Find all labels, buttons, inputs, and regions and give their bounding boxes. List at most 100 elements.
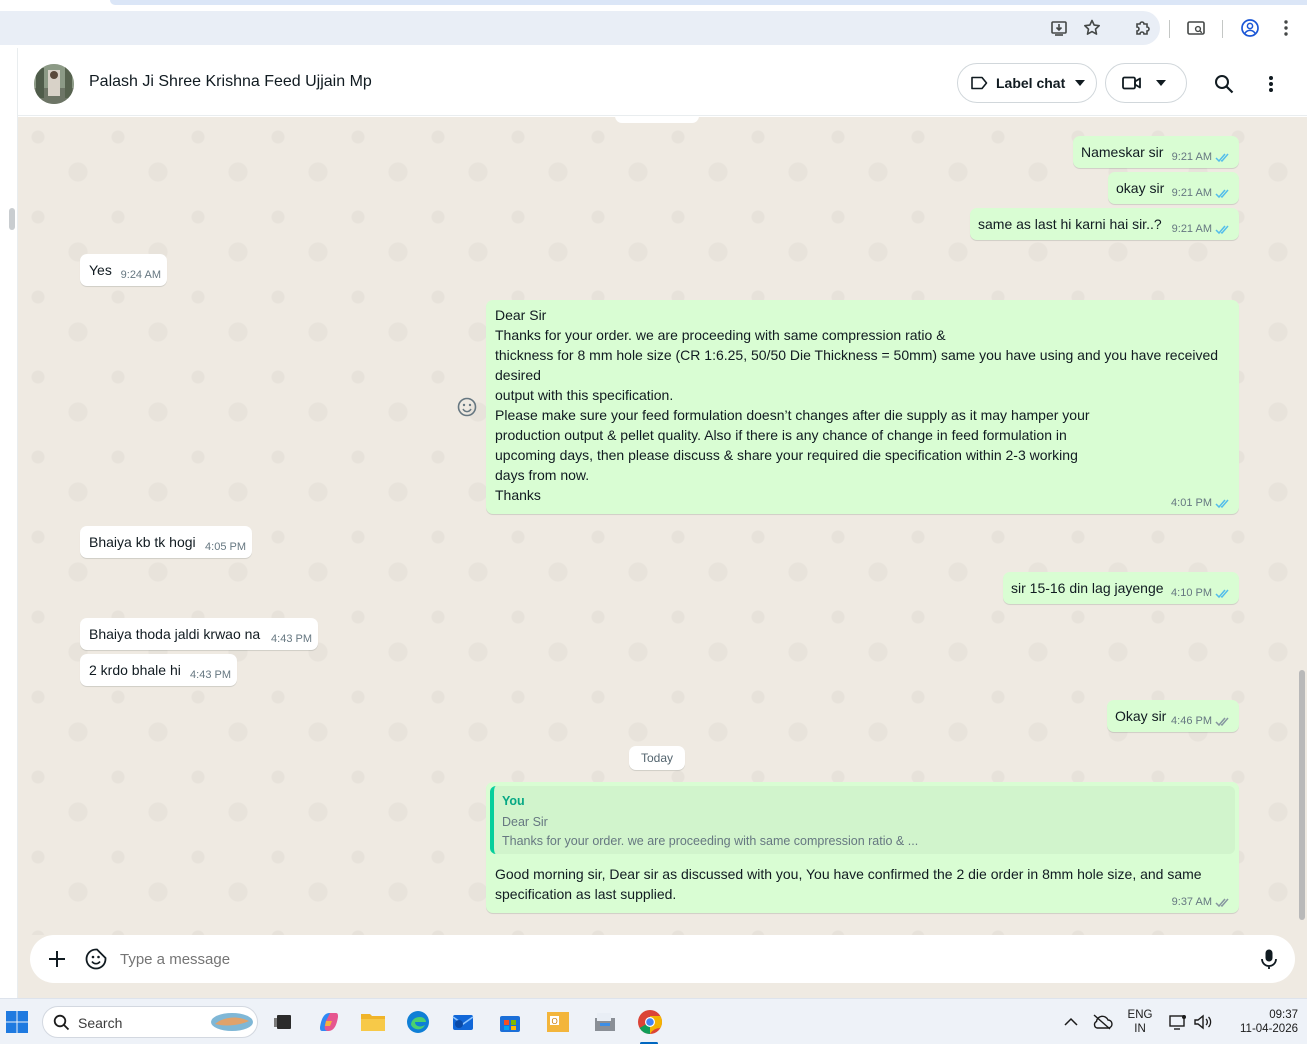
volume-icon[interactable] <box>1188 1007 1218 1037</box>
message-meta: 9:21 AM <box>1172 222 1231 236</box>
search-icon <box>53 1014 70 1031</box>
outlook-classic-icon[interactable]: O <box>543 1007 573 1037</box>
conversation-panel[interactable]: Nameskar sir 9:21 AM okay sir 9:21 AM sa… <box>18 117 1307 935</box>
copilot-icon[interactable] <box>314 1007 344 1037</box>
message-bubble-outgoing[interactable]: okay sir 9:21 AM <box>1108 172 1239 204</box>
install-app-icon[interactable] <box>1048 16 1072 40</box>
windows-start-icon[interactable] <box>5 1010 29 1034</box>
contact-name[interactable]: Palash Ji Shree Krishna Feed Ujjain Mp <box>89 73 372 91</box>
read-receipt-icon <box>1215 499 1229 508</box>
message-time: 4:46 PM <box>1171 715 1212 727</box>
toolbar-divider <box>1169 20 1170 38</box>
quoted-message[interactable]: You Dear Sir Thanks for your order. we a… <box>490 786 1235 854</box>
profile-icon[interactable] <box>1238 16 1262 40</box>
message-bubble-outgoing[interactable]: same as last hi karni hai sir..? 9:21 AM <box>970 208 1239 240</box>
label-chat-label: Label chat <box>996 75 1066 91</box>
label-chat-button[interactable]: Label chat <box>957 63 1097 103</box>
message-text: Yes <box>89 262 112 278</box>
message-bubble-outgoing[interactable]: Nameskar sir 9:21 AM <box>1073 136 1239 168</box>
message-bubble-incoming[interactable]: Yes 9:24 AM <box>80 254 167 286</box>
scrollbar-thumb[interactable] <box>1299 670 1305 920</box>
chat-header: Palash Ji Shree Krishna Feed Ujjain Mp L… <box>18 48 1307 116</box>
message-bubble-incoming[interactable]: Bhaiya kb tk hogi 4:05 PM <box>80 526 252 558</box>
message-time: 4:43 PM <box>190 669 231 681</box>
system-clock[interactable]: 09:37 11-04-2026 <box>1222 1008 1298 1036</box>
clock-time: 09:37 <box>1269 1009 1298 1021</box>
read-receipt-icon <box>1215 153 1229 162</box>
search-highlight-icon <box>211 1013 253 1031</box>
message-meta: 4:46 PM <box>1171 714 1231 728</box>
resize-handle[interactable] <box>9 208 15 230</box>
conversation-scrollbar[interactable] <box>1297 117 1307 935</box>
language-indicator[interactable]: ENG IN <box>1124 1008 1156 1036</box>
delivered-receipt-icon <box>1215 717 1229 726</box>
address-bar[interactable] <box>0 11 1160 45</box>
sticker-icon[interactable] <box>84 947 108 971</box>
chevron-up-icon[interactable] <box>1056 1007 1086 1037</box>
date-separator: Today <box>629 746 685 770</box>
edge-browser-icon[interactable] <box>403 1007 433 1037</box>
active-tab-edge[interactable] <box>110 0 1307 5</box>
message-bubble-outgoing[interactable]: Dear Sir Thanks for your order. we are p… <box>486 300 1239 514</box>
message-meta: 4:10 PM <box>1171 586 1231 600</box>
message-text: Good morning sir, Dear sir as discussed … <box>495 866 1202 902</box>
files-utility-icon[interactable] <box>590 1007 620 1037</box>
message-text: sir 15-16 din lag jayenge <box>1011 580 1164 596</box>
message-text: Bhaiya kb tk hogi <box>89 534 196 550</box>
tab-search-icon[interactable] <box>1184 16 1208 40</box>
message-bubble-outgoing[interactable]: Okay sir 4:46 PM <box>1107 700 1239 732</box>
avatar[interactable] <box>34 64 74 104</box>
menu-dots-icon[interactable] <box>1259 72 1283 96</box>
browser-toolbar <box>0 8 1307 48</box>
search-icon[interactable] <box>1212 72 1236 96</box>
extensions-icon[interactable] <box>1131 16 1155 40</box>
file-explorer-icon[interactable] <box>358 1007 388 1037</box>
menu-dots-icon[interactable] <box>1274 16 1298 40</box>
message-meta: 9:24 AM <box>121 268 161 282</box>
task-view-icon[interactable] <box>268 1007 298 1037</box>
svg-text:O: O <box>552 1017 558 1026</box>
message-bubble-incoming[interactable]: 2 krdo bhale hi 4:43 PM <box>80 654 237 686</box>
video-camera-icon <box>1122 76 1141 90</box>
outlook-new-icon[interactable] <box>448 1007 478 1037</box>
message-bubble-incoming[interactable]: Bhaiya thoda jaldi krwao na 4:43 PM <box>80 618 318 650</box>
emoji-reaction-icon[interactable] <box>456 396 478 418</box>
quoted-author: You <box>502 794 525 808</box>
message-input[interactable] <box>120 943 1240 975</box>
message-text: Bhaiya thoda jaldi krwao na <box>89 626 261 642</box>
taskbar-search-label: Search <box>78 1015 123 1031</box>
message-meta: 4:05 PM <box>205 540 246 554</box>
message-text: 2 krdo bhale hi <box>89 662 181 678</box>
message-bubble-outgoing-reply[interactable]: You Dear Sir Thanks for your order. we a… <box>486 782 1239 913</box>
message-text: same as last hi karni hai sir..? <box>978 216 1162 232</box>
quoted-text: Thanks for your order. we are proceeding… <box>502 834 919 848</box>
microphone-icon[interactable] <box>1259 948 1279 970</box>
quoted-text: Dear Sir <box>502 815 548 829</box>
video-call-button[interactable] <box>1105 63 1187 103</box>
read-receipt-icon <box>1215 189 1229 198</box>
message-bubble-outgoing[interactable]: sir 15-16 din lag jayenge 4:10 PM <box>1003 572 1239 604</box>
attach-plus-icon[interactable] <box>46 948 68 970</box>
microsoft-store-icon[interactable] <box>495 1007 525 1037</box>
message-meta: 9:21 AM <box>1172 150 1231 164</box>
message-meta: 4:43 PM <box>190 668 231 682</box>
message-text: okay sir <box>1116 180 1165 196</box>
read-receipt-icon <box>1215 589 1229 598</box>
message-meta: 4:43 PM <box>271 632 312 646</box>
message-time: 9:21 AM <box>1171 187 1212 199</box>
chevron-down-icon <box>1156 80 1166 86</box>
taskbar-search[interactable]: Search <box>42 1006 258 1038</box>
date-separator <box>615 117 699 123</box>
message-meta: 9:37 AM <box>1172 895 1231 909</box>
clock-date: 11-04-2026 <box>1240 1023 1298 1035</box>
sidebar-resize-gutter <box>0 48 18 998</box>
message-meta: 4:01 PM <box>1171 496 1231 510</box>
windows-taskbar: Search O ENG IN 09:37 11-04-2026 <box>0 998 1307 1044</box>
chrome-icon[interactable] <box>635 1007 665 1037</box>
read-receipt-icon <box>1215 225 1229 234</box>
message-time: 9:21 AM <box>1171 151 1212 163</box>
message-time: 4:10 PM <box>1171 587 1212 599</box>
delivered-receipt-icon <box>1215 898 1229 907</box>
bookmark-star-icon[interactable] <box>1080 16 1104 40</box>
cloud-offline-icon[interactable] <box>1087 1007 1117 1037</box>
